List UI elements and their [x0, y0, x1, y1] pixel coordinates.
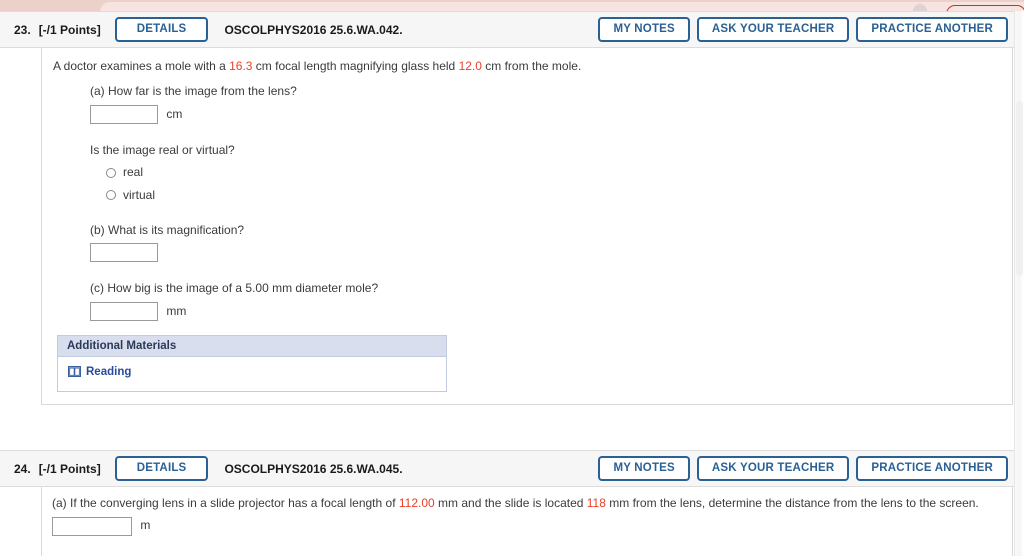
stem-value-focal-length: 16.3	[229, 59, 253, 73]
question-23-radio-option-real[interactable]: real	[106, 164, 1012, 181]
question-23-stem: A doctor examines a mole with a 16.3 cm …	[42, 58, 1012, 75]
page-scrollbar[interactable]	[1014, 11, 1024, 556]
question-23-reading-link[interactable]: Reading	[68, 366, 131, 378]
question-23-part-c-label: (c) How big is the image of a 5.00 mm di…	[90, 281, 379, 296]
question-24-part-a-unit: m	[140, 518, 151, 533]
question-24-actions: MY NOTES ASK YOUR TEACHER PRACTICE ANOTH…	[598, 455, 1008, 482]
q24a-value-slide-distance: 118	[586, 496, 606, 511]
question-23-details-button[interactable]: DETAILS	[114, 16, 209, 43]
question-23-points: [-/1 Points]	[38, 22, 101, 37]
question-23-part-a: (a) How far is the image from the lens? …	[90, 83, 1012, 124]
question-24-code: OSCOLPHYS2016 25.6.WA.045.	[224, 461, 403, 476]
question-24: 24. [-/1 Points] DETAILS OSCOLPHYS2016 2…	[0, 450, 1014, 556]
question-23-number: 23.	[14, 22, 31, 37]
question-23-part-c: (c) How big is the image of a 5.00 mm di…	[90, 280, 1012, 321]
question-23: 23. [-/1 Points] DETAILS OSCOLPHYS2016 2…	[0, 11, 1014, 406]
question-23-radio-real-input[interactable]	[106, 167, 116, 178]
question-23-reading-link-label: Reading	[86, 365, 132, 378]
top-notification-banner	[0, 0, 1024, 11]
question-24-my-notes-button[interactable]: MY NOTES	[598, 455, 690, 482]
question-23-part-c-unit: mm	[166, 303, 187, 318]
question-23-real-or-virtual: Is the image real or virtual? real virtu…	[90, 142, 1012, 204]
question-23-part-a-unit: cm	[166, 106, 183, 121]
question-23-header: 23. [-/1 Points] DETAILS OSCOLPHYS2016 2…	[0, 11, 1014, 48]
question-23-part-a-input[interactable]	[90, 104, 158, 124]
question-23-actions: MY NOTES ASK YOUR TEACHER PRACTICE ANOTH…	[598, 16, 1008, 43]
question-gap	[0, 405, 1024, 450]
question-23-additional-materials: Additional Materials Reading	[57, 334, 447, 393]
question-24-number: 24.	[14, 461, 31, 476]
stem-value-object-distance: 12.0	[458, 59, 482, 73]
question-23-part-c-input[interactable]	[90, 301, 158, 321]
question-23-additional-materials-body: Reading	[58, 357, 446, 392]
question-23-part-b: (b) What is its magnification?	[90, 222, 1012, 263]
question-23-radio-virtual-label: virtual	[123, 187, 156, 202]
question-23-part-b-input[interactable]	[90, 243, 158, 263]
question-24-points: [-/1 Points]	[38, 461, 101, 476]
q24a-text-pre: (a) If the converging lens in a slide pr…	[52, 496, 399, 511]
question-23-part-b-label: (b) What is its magnification?	[90, 222, 245, 237]
question-23-radio-real-label: real	[123, 165, 144, 180]
question-23-part-a-label: (a) How far is the image from the lens?	[90, 84, 297, 99]
banner-inner-panel	[100, 2, 1024, 11]
question-23-body: A doctor examines a mole with a 16.3 cm …	[41, 48, 1013, 406]
question-24-details-button[interactable]: DETAILS	[114, 455, 209, 482]
question-24-part-a-answer-row: m	[52, 516, 1012, 536]
question-24-part-a-label: (a) If the converging lens in a slide pr…	[52, 495, 1012, 512]
q24a-text-mid: mm and the slide is located	[434, 496, 587, 511]
question-23-radio-option-virtual[interactable]: virtual	[106, 187, 1012, 204]
book-icon	[68, 366, 81, 378]
question-23-real-or-virtual-label: Is the image real or virtual?	[90, 142, 235, 157]
question-23-radio-virtual-input[interactable]	[106, 190, 116, 201]
question-23-part-a-answer-row: cm	[90, 104, 1012, 124]
question-23-code: OSCOLPHYS2016 25.6.WA.042.	[224, 22, 403, 37]
stem-text-pre: A doctor examines a mole with a	[53, 59, 230, 73]
stem-text-post: cm from the mole.	[481, 59, 582, 73]
banner-status-dot-icon	[913, 4, 927, 11]
question-23-part-b-answer-row	[90, 243, 1012, 263]
q24a-value-focal-length: 112.00	[398, 496, 435, 511]
question-24-ask-your-teacher-button[interactable]: ASK YOUR TEACHER	[696, 455, 850, 482]
question-23-additional-materials-title: Additional Materials	[58, 335, 446, 357]
question-23-my-notes-button[interactable]: MY NOTES	[598, 16, 690, 43]
question-24-part-a: (a) If the converging lens in a slide pr…	[52, 495, 1012, 536]
assignment-scroll-region: 23. [-/1 Points] DETAILS OSCOLPHYS2016 2…	[0, 11, 1024, 556]
stem-text-mid: cm focal length magnifying glass held	[252, 59, 459, 73]
page-scrollbar-thumb[interactable]	[1016, 101, 1023, 276]
question-23-practice-another-button[interactable]: PRACTICE ANOTHER	[856, 16, 1008, 43]
question-24-part-a-input[interactable]	[52, 516, 132, 536]
question-23-ask-your-teacher-button[interactable]: ASK YOUR TEACHER	[696, 16, 850, 43]
question-24-header: 24. [-/1 Points] DETAILS OSCOLPHYS2016 2…	[0, 450, 1014, 488]
question-24-body: (a) If the converging lens in a slide pr…	[41, 487, 1013, 556]
question-23-part-c-answer-row: mm	[90, 301, 1012, 321]
question-24-practice-another-button[interactable]: PRACTICE ANOTHER	[856, 455, 1008, 482]
q24a-text-post: mm from the lens, determine the distance…	[605, 496, 979, 511]
